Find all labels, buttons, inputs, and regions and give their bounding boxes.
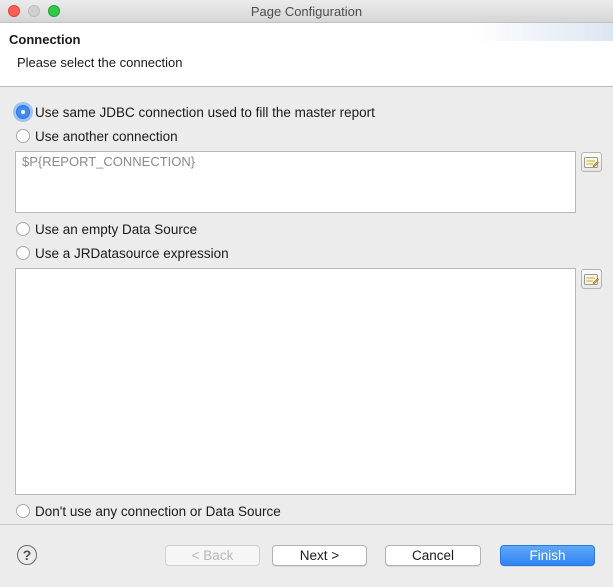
radio-another-connection[interactable]: [16, 129, 30, 143]
next-button[interactable]: Next >: [272, 545, 367, 566]
title-bar: Page Configuration: [0, 0, 613, 23]
expression-editor-icon: [584, 273, 599, 285]
option-no-connection[interactable]: Don't use any connection or Data Source: [16, 502, 281, 520]
window-title: Page Configuration: [250, 4, 363, 19]
datasource-expression-editor-button[interactable]: [581, 269, 602, 289]
option-no-connection-label: Don't use any connection or Data Source: [35, 503, 281, 519]
expression-editor-icon: [584, 156, 599, 168]
header-banner-gradient: [473, 23, 613, 41]
back-button[interactable]: < Back: [165, 545, 260, 566]
radio-same-jdbc[interactable]: [16, 105, 30, 119]
page-configuration-dialog: Page Configuration Connection Please sel…: [0, 0, 613, 587]
page-description: Please select the connection: [17, 55, 183, 70]
option-empty-datasource-label: Use an empty Data Source: [35, 221, 198, 237]
finish-button[interactable]: Finish: [500, 545, 595, 566]
connection-expression-field[interactable]: $P{REPORT_CONNECTION}: [15, 151, 576, 213]
footer-divider: [0, 524, 613, 525]
help-icon[interactable]: ?: [17, 545, 37, 565]
cancel-button[interactable]: Cancel: [385, 545, 481, 566]
radio-empty-datasource[interactable]: [16, 222, 30, 236]
option-jrdatasource-expression-label: Use a JRDatasource expression: [35, 245, 229, 261]
option-same-jdbc[interactable]: Use same JDBC connection used to fill th…: [16, 103, 375, 121]
option-jrdatasource-expression[interactable]: Use a JRDatasource expression: [16, 244, 229, 262]
radio-jrdatasource-expression[interactable]: [16, 246, 30, 260]
option-another-connection-label: Use another connection: [35, 128, 178, 144]
wizard-header: Connection Please select the connection: [0, 23, 613, 87]
option-empty-datasource[interactable]: Use an empty Data Source: [16, 220, 197, 238]
radio-no-connection[interactable]: [16, 504, 30, 518]
page-title: Connection: [9, 32, 81, 47]
option-another-connection[interactable]: Use another connection: [16, 127, 178, 145]
option-same-jdbc-label: Use same JDBC connection used to fill th…: [35, 104, 375, 120]
datasource-expression-field[interactable]: [15, 268, 576, 495]
connection-expression-editor-button[interactable]: [581, 152, 602, 172]
